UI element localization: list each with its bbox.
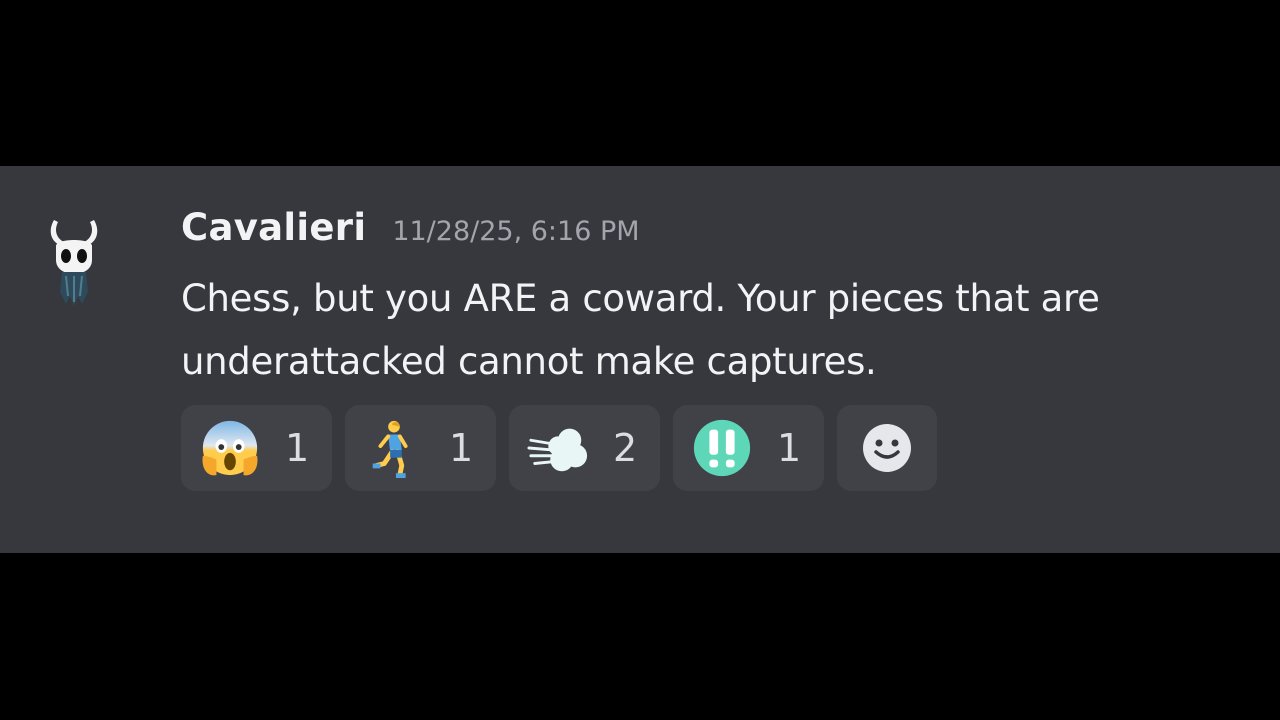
add-reaction-button[interactable]: [837, 405, 937, 491]
reactions-bar: 1 1 2 1: [181, 405, 937, 491]
smiley-add-reaction-icon: [863, 424, 911, 472]
reaction-count: 1: [449, 426, 474, 470]
reaction-double-exclamation[interactable]: 1: [673, 405, 824, 491]
reaction-person-running[interactable]: 1: [345, 405, 496, 491]
message-content: Chess, but you ARE a coward. Your pieces…: [181, 277, 1100, 383]
username[interactable]: Cavalieri: [181, 206, 366, 249]
person-running-emoji: [372, 420, 408, 479]
reaction-dashing-away[interactable]: 2: [509, 405, 660, 491]
reaction-count: 1: [285, 426, 310, 470]
message-timestamp[interactable]: 11/28/25, 6:16 PM: [392, 216, 639, 247]
user-avatar[interactable]: [44, 216, 104, 312]
double-exclamation-emoji: [693, 419, 751, 477]
reaction-count: 2: [613, 426, 638, 470]
message-header: Cavalieri 11/28/25, 6:16 PM: [181, 206, 640, 260]
reaction-count: 1: [777, 426, 802, 470]
face-screaming-in-fear-emoji: [202, 420, 258, 476]
reaction-face-screaming[interactable]: 1: [181, 405, 332, 491]
dashing-away-emoji: [527, 428, 588, 472]
